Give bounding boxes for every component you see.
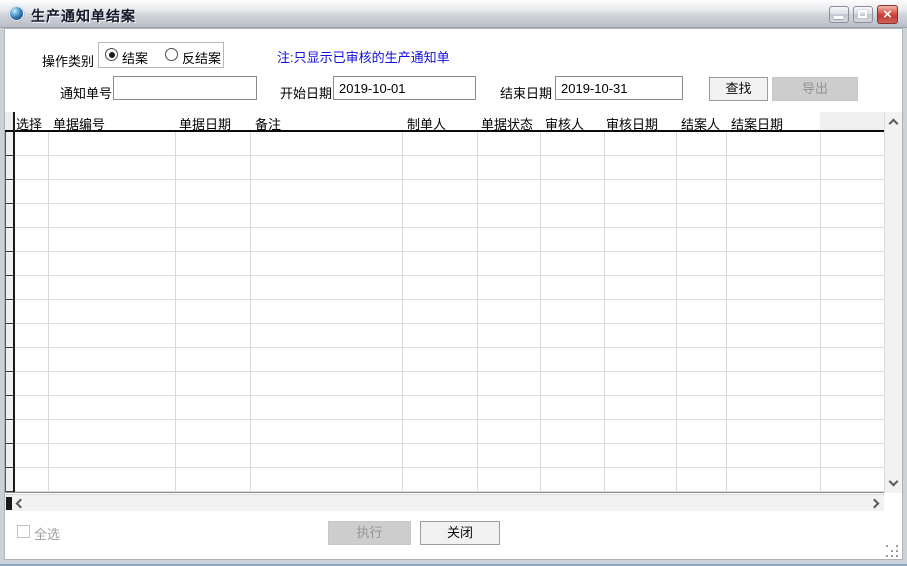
- grid-body[interactable]: [5, 132, 884, 492]
- close-icon: ×: [883, 6, 892, 23]
- grid-vline: [48, 132, 49, 492]
- vertical-scrollbar[interactable]: [884, 112, 902, 493]
- grid-vline: [604, 132, 605, 492]
- minimize-icon: [834, 16, 843, 19]
- row-header-border: [13, 112, 15, 492]
- titlebar: 生产通知单结案 ×: [0, 0, 907, 28]
- export-button[interactable]: 导出: [772, 77, 858, 101]
- operation-type-group: 结案 反结案: [98, 42, 224, 68]
- grid-row-header-column: [5, 132, 13, 492]
- scroll-left-icon[interactable]: [16, 499, 26, 509]
- grid-vline: [726, 132, 727, 492]
- scroll-up-icon[interactable]: [889, 119, 899, 129]
- radio-reopen-label[interactable]: 反结案: [182, 48, 221, 67]
- app-globe-icon: [9, 6, 24, 21]
- horizontal-scrollbar[interactable]: [5, 494, 884, 511]
- radio-close[interactable]: [105, 48, 118, 61]
- select-all-label: 全选: [34, 524, 60, 543]
- grid-vline: [540, 132, 541, 492]
- radio-reopen[interactable]: [165, 48, 178, 61]
- grid-vline: [477, 132, 478, 492]
- start-date-label: 开始日期: [280, 83, 332, 102]
- dialog-window: 生产通知单结案 × 操作类别 结案 反结案 注:只显示已审核的生产通知单 通知单…: [0, 0, 907, 566]
- notice-no-label: 通知单号: [60, 83, 112, 102]
- scroll-right-icon[interactable]: [870, 499, 880, 509]
- radio-close-label[interactable]: 结案: [122, 48, 148, 67]
- execute-button[interactable]: 执行: [328, 521, 411, 545]
- search-button[interactable]: 查找: [709, 77, 768, 101]
- grid-header-empty-area: [820, 112, 884, 131]
- grid-vline: [820, 132, 821, 492]
- grid-vline: [175, 132, 176, 492]
- select-all-checkbox[interactable]: [17, 525, 30, 538]
- end-date-label: 结束日期: [500, 83, 552, 102]
- grid-vline: [250, 132, 251, 492]
- window-title: 生产通知单结案: [31, 6, 136, 26]
- grid-bottom-border: [5, 492, 884, 493]
- notice-no-input[interactable]: [113, 76, 257, 100]
- grid-vline: [676, 132, 677, 492]
- start-date-input[interactable]: [333, 76, 476, 100]
- end-date-input[interactable]: [555, 76, 683, 100]
- maximize-icon: [858, 10, 867, 18]
- resize-grip[interactable]: [886, 545, 900, 559]
- grid-vline: [402, 132, 403, 492]
- radio-selected-dot: [109, 52, 115, 58]
- operation-type-label: 操作类别: [42, 51, 94, 70]
- close-dialog-button[interactable]: 关闭: [420, 521, 500, 545]
- maximize-button[interactable]: [853, 6, 873, 23]
- minimize-button[interactable]: [829, 6, 849, 23]
- grid-corner-cell: [5, 112, 13, 131]
- scroll-down-icon[interactable]: [889, 477, 899, 487]
- note-text: 注:只显示已审核的生产通知单: [277, 47, 450, 66]
- close-button[interactable]: ×: [877, 5, 898, 24]
- h-scroll-thumb[interactable]: [6, 497, 12, 510]
